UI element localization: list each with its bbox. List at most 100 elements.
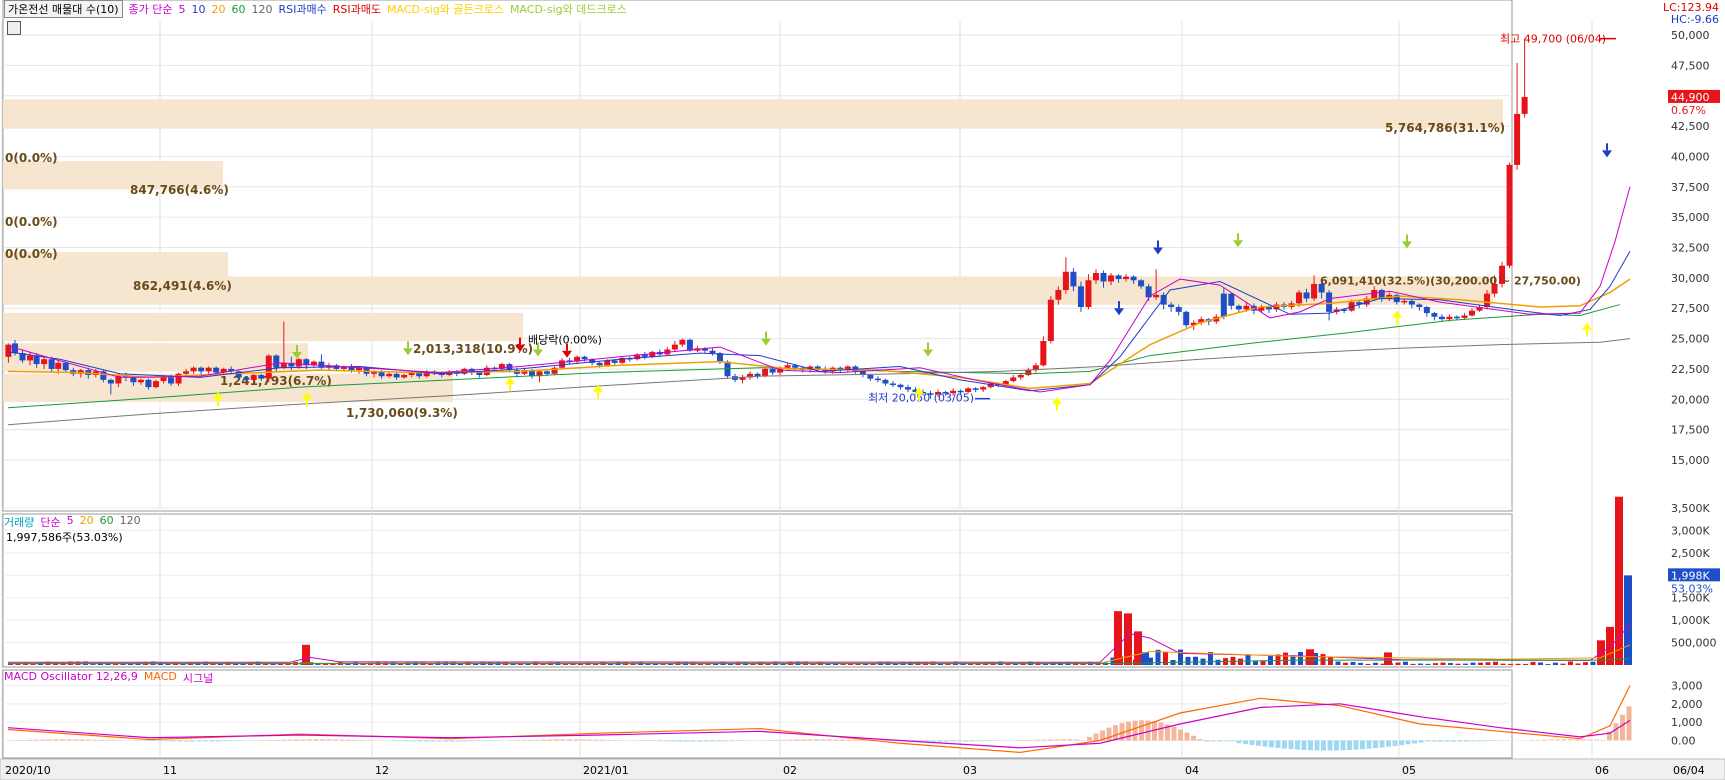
candle-body xyxy=(897,385,903,387)
macd-osc-bar xyxy=(190,741,195,742)
signal-arrow xyxy=(923,350,933,357)
macd-osc-bar xyxy=(483,741,488,742)
candle-body xyxy=(1484,294,1490,307)
macd-osc-bar xyxy=(1477,741,1482,742)
macd-osc-bar xyxy=(1113,725,1118,740)
macd-osc-bar xyxy=(1594,740,1599,741)
candle-body xyxy=(1055,290,1061,300)
candle-body xyxy=(1183,312,1189,325)
macd-tick-label: 3,000 xyxy=(1671,680,1703,693)
volume-legend: 거래량 단순 5 20 60 120 xyxy=(4,514,141,530)
price-tick-label: 47,500 xyxy=(1671,59,1710,72)
macd-osc-bar xyxy=(1048,740,1053,741)
candle-body xyxy=(1514,114,1520,165)
macd-osc-bar xyxy=(1399,741,1404,746)
candle-body xyxy=(875,379,881,381)
candle-body xyxy=(582,357,588,359)
volume-bar xyxy=(1298,652,1303,665)
candle-body xyxy=(198,368,204,372)
macd-osc-bar xyxy=(1087,737,1092,741)
macd-osc-bar xyxy=(970,741,975,742)
candle-body xyxy=(770,369,776,373)
macd-osc-bar xyxy=(1256,741,1261,746)
candle-body xyxy=(1326,292,1332,311)
macd-osc-bar xyxy=(47,739,52,740)
vol-legend-sma: 단순 xyxy=(40,514,60,530)
volume-spike-bar xyxy=(1306,649,1314,665)
macd-osc-bar xyxy=(54,739,59,740)
price-tick-label: 20,000 xyxy=(1671,393,1710,406)
candle-body xyxy=(679,340,685,345)
macd-osc-bar xyxy=(210,741,215,742)
x-tick-label: 11 xyxy=(163,764,177,777)
macd-osc-bar xyxy=(470,741,475,742)
volume-bar xyxy=(1283,653,1288,665)
macd-osc-bar xyxy=(1367,741,1372,749)
macd-osc-bar xyxy=(1354,741,1359,750)
macd-osc-bar xyxy=(580,739,585,740)
candle-body xyxy=(138,380,144,382)
volume-spike-bar xyxy=(1114,611,1122,665)
candle-body xyxy=(176,374,182,384)
candle-body xyxy=(401,375,407,377)
legend-ma60: 60 xyxy=(232,3,246,16)
volume-spike-bar xyxy=(302,645,310,665)
price-tick-label: 40,000 xyxy=(1671,150,1710,163)
volume-profile-label: 862,491(4.6%) xyxy=(133,279,232,293)
volume-tick-label: 3,000K xyxy=(1671,524,1710,537)
macd-osc-bar xyxy=(548,740,553,741)
macd-osc-bar xyxy=(808,739,813,740)
volume-bar xyxy=(1546,664,1551,665)
volume-bar xyxy=(1478,663,1483,665)
candle-body xyxy=(183,371,189,373)
macd-osc-bar xyxy=(405,741,410,742)
candle-body xyxy=(1123,277,1129,279)
volume-bar xyxy=(1531,662,1536,665)
volume-bar xyxy=(1441,663,1446,665)
macd-osc-bar xyxy=(1029,740,1034,741)
macd-osc-bar xyxy=(1445,741,1450,742)
legend-rsi-oversold: RSI과매도 xyxy=(333,1,381,17)
volume-bar xyxy=(1553,663,1558,665)
macd-osc-bar xyxy=(1549,740,1554,741)
macd-osc-bar xyxy=(1276,741,1281,748)
macd-osc-bar xyxy=(1224,741,1229,742)
grid-icon[interactable] xyxy=(7,21,21,35)
volume-bar xyxy=(1576,663,1581,665)
macd-osc-bar xyxy=(1217,741,1222,742)
macd-osc-bar xyxy=(535,740,540,741)
macd-osc-bar xyxy=(437,741,442,742)
stock-title[interactable]: 가온전선 매물대 수(10) xyxy=(4,0,123,18)
candle-body xyxy=(41,359,47,364)
candle-body xyxy=(905,387,911,389)
volume-bar xyxy=(1568,661,1573,665)
x-tick-label: 05 xyxy=(1402,764,1416,777)
price-tick-label: 22,500 xyxy=(1671,363,1710,376)
candle-body xyxy=(63,363,69,370)
price-tick-label: 27,500 xyxy=(1671,302,1710,315)
price-pane xyxy=(3,0,1512,511)
volume-bar xyxy=(1403,662,1408,665)
macd-legend-osc: MACD Oscillator 12,26,9 xyxy=(4,670,138,686)
vol-legend-5: 5 xyxy=(67,514,74,530)
macd-osc-bar xyxy=(320,739,325,740)
volume-bar xyxy=(1358,663,1363,665)
candle-body xyxy=(1040,341,1046,365)
volume-bar xyxy=(1508,664,1513,665)
macd-legend-signal: 시그널 xyxy=(183,670,213,686)
macd-legend-macd: MACD xyxy=(144,670,177,686)
legend-ma20: 20 xyxy=(212,3,226,16)
macd-osc-bar xyxy=(151,741,156,742)
macd-osc-bar xyxy=(1172,727,1177,741)
macd-tick-label: 0.00 xyxy=(1671,735,1696,748)
volume-bar xyxy=(1351,662,1356,665)
macd-osc-bar xyxy=(1178,730,1183,741)
candle-body xyxy=(1304,292,1310,298)
candle-body xyxy=(1176,307,1182,312)
macd-osc-bar xyxy=(1393,741,1398,746)
volume-current: 1,997,586주(53.03%) xyxy=(6,529,123,545)
macd-osc-bar xyxy=(1074,739,1079,740)
macd-osc-bar xyxy=(710,741,715,742)
macd-osc-bar xyxy=(1237,741,1242,744)
macd-legend: MACD Oscillator 12,26,9 MACD 시그널 xyxy=(4,670,213,686)
